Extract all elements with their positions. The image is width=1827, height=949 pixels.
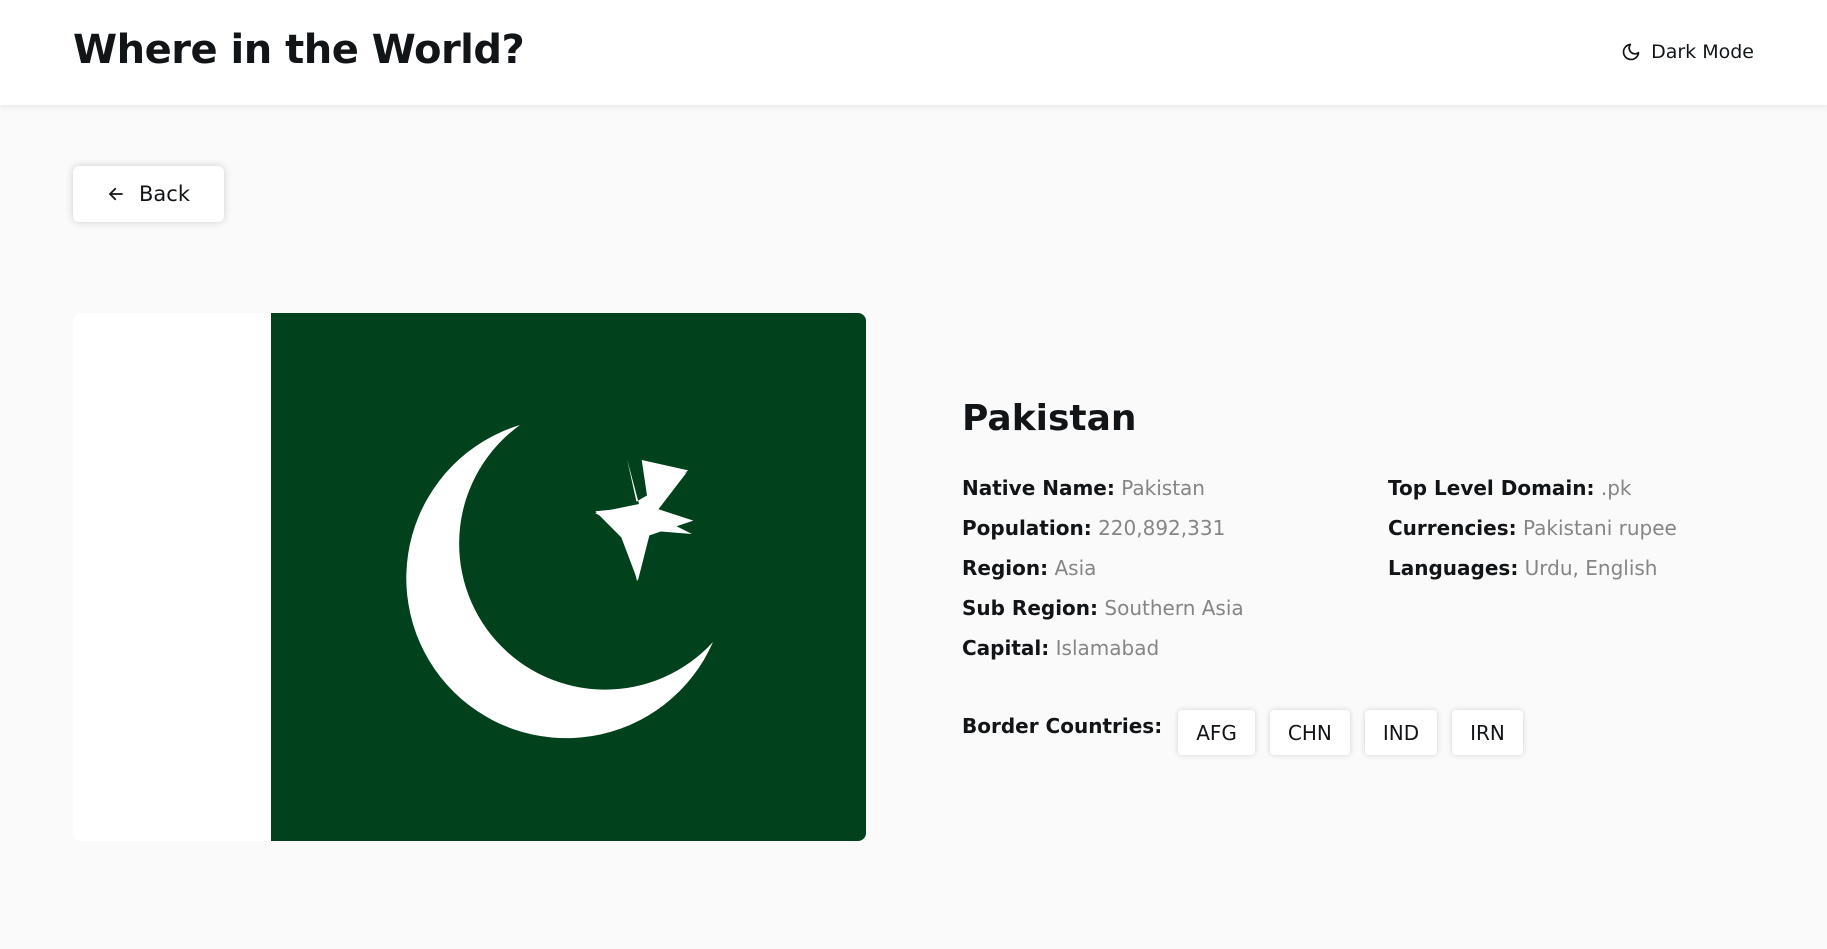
border-country-button[interactable]: IRN — [1452, 710, 1523, 755]
arrow-left-icon — [107, 185, 125, 203]
country-flag — [73, 313, 866, 841]
currencies-row: Currencies: Pakistani rupee — [1388, 516, 1677, 556]
top-level-domain-row: Top Level Domain: .pk — [1388, 476, 1677, 516]
country-name: Pakistan — [962, 398, 1137, 439]
app-title: Where in the World? — [73, 27, 525, 73]
field-value: Pakistani rupee — [1522, 516, 1677, 540]
region-row: Region: Asia — [962, 556, 1244, 596]
top-bar: Where in the World? Dark Mode — [0, 0, 1827, 105]
field-value: Urdu, English — [1524, 556, 1658, 580]
field-label: Languages: — [1388, 556, 1519, 580]
back-button[interactable]: Back — [73, 166, 224, 222]
dark-mode-toggle[interactable]: Dark Mode — [1621, 38, 1754, 66]
field-value: 220,892,331 — [1098, 516, 1226, 540]
back-label: Back — [139, 182, 190, 206]
field-value: Pakistan — [1121, 476, 1205, 500]
info-column-right: Top Level Domain: .pk Currencies: Pakist… — [1388, 476, 1677, 596]
field-label: Sub Region: — [962, 596, 1099, 620]
field-label: Currencies: — [1388, 516, 1517, 540]
dark-mode-label: Dark Mode — [1651, 41, 1754, 63]
moon-icon — [1621, 42, 1641, 62]
field-label: Native Name: — [962, 476, 1115, 500]
border-country-button[interactable]: CHN — [1269, 710, 1350, 755]
info-column-left: Native Name: Pakistan Population: 220,89… — [962, 476, 1244, 676]
languages-row: Languages: Urdu, English — [1388, 556, 1677, 596]
border-country-list: AFG CHN IND IRN — [1178, 710, 1523, 755]
field-label: Region: — [962, 556, 1049, 580]
border-countries: Border Countries: AFG CHN IND IRN — [962, 710, 1523, 755]
field-label: Population: — [962, 516, 1092, 540]
border-countries-label: Border Countries: — [962, 714, 1163, 738]
border-country-button[interactable]: AFG — [1178, 710, 1255, 755]
field-value: Southern Asia — [1104, 596, 1244, 620]
field-value: Islamabad — [1055, 636, 1160, 660]
capital-row: Capital: Islamabad — [962, 636, 1244, 676]
field-value: Asia — [1054, 556, 1097, 580]
sub-region-row: Sub Region: Southern Asia — [962, 596, 1244, 636]
field-label: Top Level Domain: — [1388, 476, 1595, 500]
country-details: Pakistan Native Name: Pakistan Populatio… — [962, 398, 1762, 755]
population-row: Population: 220,892,331 — [962, 516, 1244, 556]
field-label: Capital: — [962, 636, 1050, 660]
native-name-row: Native Name: Pakistan — [962, 476, 1244, 516]
field-value: .pk — [1600, 476, 1632, 500]
border-country-button[interactable]: IND — [1364, 710, 1438, 755]
